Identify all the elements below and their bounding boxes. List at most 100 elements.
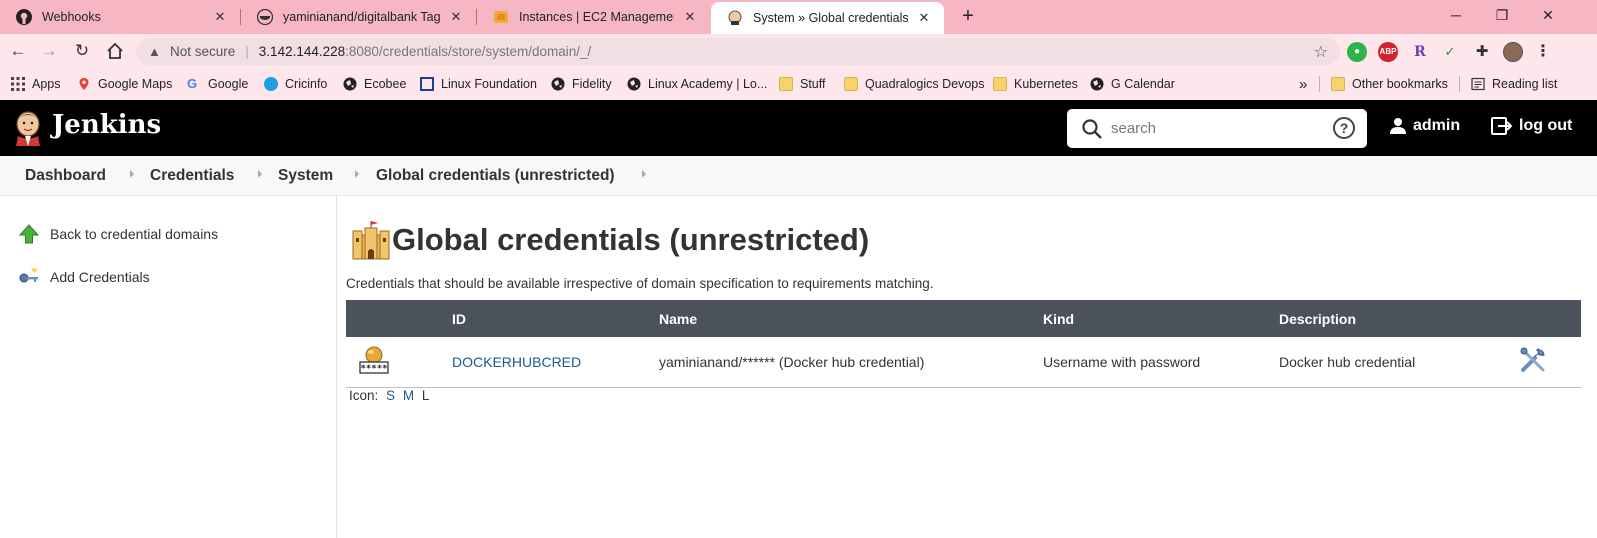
- up-arrow-icon: [18, 223, 40, 245]
- breadcrumb-credentials[interactable]: Credentials: [150, 167, 234, 185]
- url-host: 3.142.144.228: [258, 44, 346, 59]
- bookmark-apps[interactable]: Apps: [11, 74, 61, 94]
- bookmark-google[interactable]: G Google: [187, 74, 248, 94]
- back-arrow-icon[interactable]: ←: [6, 39, 30, 63]
- breadcrumb-system[interactable]: System: [278, 167, 333, 185]
- jenkins-header: Jenkins ? admin log out: [0, 100, 1597, 156]
- bookmark-star-icon[interactable]: ☆: [1314, 42, 1328, 62]
- credential-actions-cell: [1491, 337, 1581, 388]
- credential-name-cell: yaminianand/****** (Docker hub credentia…: [659, 337, 1043, 388]
- page-title: Global credentials (unrestricted): [392, 222, 870, 257]
- tab-title: Webhooks: [42, 10, 101, 24]
- bookmarks-divider: [1459, 76, 1460, 92]
- home-icon[interactable]: [103, 39, 127, 63]
- bookmarks-overflow-button[interactable]: »: [1299, 74, 1307, 94]
- user-icon: [1389, 117, 1407, 135]
- credential-id-cell: DOCKERHUBCRED: [452, 337, 659, 388]
- bookmark-label: Apps: [32, 77, 61, 91]
- credential-kind-cell: Username with password: [1043, 337, 1279, 388]
- bookmark-linux-academy[interactable]: Linux Academy | Lo...: [627, 74, 767, 94]
- user-link[interactable]: admin: [1389, 117, 1460, 135]
- extension-bird-icon[interactable]: ✓: [1440, 42, 1460, 62]
- credentials-table: ID Name Kind Description ***** DOCKERHUB…: [346, 300, 1581, 388]
- globe-icon: [343, 77, 357, 91]
- tab-webhooks[interactable]: Webhooks ✕: [0, 0, 240, 34]
- browser-tab-bar: Webhooks ✕ yaminianand/digitalbank Tags …: [0, 0, 1597, 34]
- breadcrumb-dashboard[interactable]: Dashboard: [25, 167, 106, 185]
- breadcrumb-chevron-icon[interactable]: [130, 170, 134, 178]
- close-icon[interactable]: ✕: [682, 9, 698, 25]
- credential-id-link[interactable]: DOCKERHUBCRED: [452, 354, 581, 370]
- table-row: ***** DOCKERHUBCRED yaminianand/****** (…: [346, 337, 1581, 388]
- bookmark-label: Stuff: [800, 77, 826, 91]
- cricinfo-icon: [264, 77, 278, 91]
- tab-ec2-instances[interactable]: Instances | EC2 Management Cor ✕: [477, 0, 710, 34]
- profile-avatar[interactable]: [1503, 42, 1523, 62]
- forward-arrow-icon[interactable]: →: [37, 39, 61, 63]
- configure-tools-icon[interactable]: [1519, 346, 1547, 377]
- globe-icon: [551, 77, 565, 91]
- app-title[interactable]: Jenkins: [52, 110, 161, 140]
- icon-size-medium[interactable]: M: [403, 388, 414, 403]
- folder-icon: [993, 77, 1007, 91]
- close-icon[interactable]: ✕: [916, 10, 932, 26]
- search-icon: [1081, 118, 1103, 140]
- bookmark-cricinfo[interactable]: Cricinfo: [264, 74, 327, 94]
- breadcrumb-global-credentials[interactable]: Global credentials (unrestricted): [376, 167, 615, 185]
- browser-menu-icon[interactable]: ⋮: [1533, 42, 1553, 62]
- column-header-kind[interactable]: Kind: [1043, 300, 1279, 337]
- bookmark-folder-quadralogics[interactable]: Quadralogics Devops: [844, 74, 985, 94]
- bookmark-linux-foundation[interactable]: Linux Foundation: [420, 74, 537, 94]
- search-input[interactable]: [1111, 115, 1321, 142]
- password-credential-icon: *****: [358, 345, 390, 378]
- close-icon[interactable]: ✕: [448, 9, 464, 25]
- key-icon: [18, 266, 40, 288]
- folder-icon: [779, 77, 793, 91]
- adblock-icon[interactable]: ABP: [1378, 42, 1398, 62]
- bookmark-folder-kubernetes[interactable]: Kubernetes: [993, 74, 1078, 94]
- page-description: Credentials that should be available irr…: [346, 276, 934, 291]
- sidebar-item-back-to-domains[interactable]: Back to credential domains: [18, 223, 218, 245]
- column-header-id[interactable]: ID: [452, 300, 659, 337]
- bookmark-other[interactable]: Other bookmarks: [1331, 74, 1448, 94]
- bookmark-ecobee[interactable]: Ecobee: [343, 74, 406, 94]
- window-close-button[interactable]: ✕: [1525, 4, 1571, 28]
- restore-button[interactable]: ❐: [1479, 4, 1525, 28]
- extensions-puzzle-icon[interactable]: ✚: [1472, 42, 1492, 62]
- url-path: :8080/credentials/store/system/domain/_/: [345, 44, 592, 59]
- close-icon[interactable]: ✕: [212, 9, 228, 25]
- bookmark-g-calendar[interactable]: G Calendar: [1090, 74, 1175, 94]
- globe-icon: [1090, 77, 1104, 91]
- address-bar[interactable]: ▲ Not secure | 3.142.144.228:8080/creden…: [136, 38, 1340, 65]
- side-panel: Back to credential domains Add Credentia…: [0, 196, 337, 538]
- logout-link[interactable]: log out: [1491, 117, 1572, 135]
- icon-size-small[interactable]: S: [386, 388, 395, 403]
- linux-foundation-icon: [420, 77, 434, 91]
- breadcrumb-chevron-icon[interactable]: [642, 170, 646, 178]
- breadcrumb-chevron-icon[interactable]: [258, 170, 262, 178]
- breadcrumb-chevron-icon[interactable]: [355, 170, 359, 178]
- jenkins-logo-icon[interactable]: [12, 110, 44, 146]
- icon-size-selector: Icon: S M L: [349, 388, 429, 403]
- tab-digitalbank-tags[interactable]: yaminianand/digitalbank Tags ✕: [241, 0, 476, 34]
- extension-r-icon[interactable]: R: [1410, 42, 1430, 62]
- github-icon: [16, 9, 32, 25]
- bookmark-google-maps[interactable]: Google Maps: [77, 74, 172, 94]
- reading-list-button[interactable]: Reading list: [1471, 74, 1557, 94]
- column-header-name[interactable]: Name: [659, 300, 1043, 337]
- logout-icon: [1491, 117, 1513, 135]
- minimize-button[interactable]: ─: [1433, 4, 1479, 28]
- extension-green-icon[interactable]: ●: [1347, 42, 1367, 62]
- sidebar-item-add-credentials[interactable]: Add Credentials: [18, 266, 150, 288]
- tab-global-credentials[interactable]: System » Global credentials (unre ✕: [711, 2, 944, 34]
- icon-size-large[interactable]: L: [422, 388, 430, 403]
- tab-title: System » Global credentials (unre: [753, 11, 908, 25]
- table-header-row: ID Name Kind Description: [346, 300, 1581, 337]
- bookmark-label: Linux Foundation: [441, 77, 537, 91]
- column-header-description[interactable]: Description: [1279, 300, 1491, 337]
- new-tab-button[interactable]: +: [956, 5, 980, 29]
- bookmark-folder-stuff[interactable]: Stuff: [779, 74, 825, 94]
- reload-icon[interactable]: ↻: [70, 39, 94, 63]
- bookmark-fidelity[interactable]: Fidelity: [551, 74, 612, 94]
- help-icon[interactable]: ?: [1333, 117, 1355, 139]
